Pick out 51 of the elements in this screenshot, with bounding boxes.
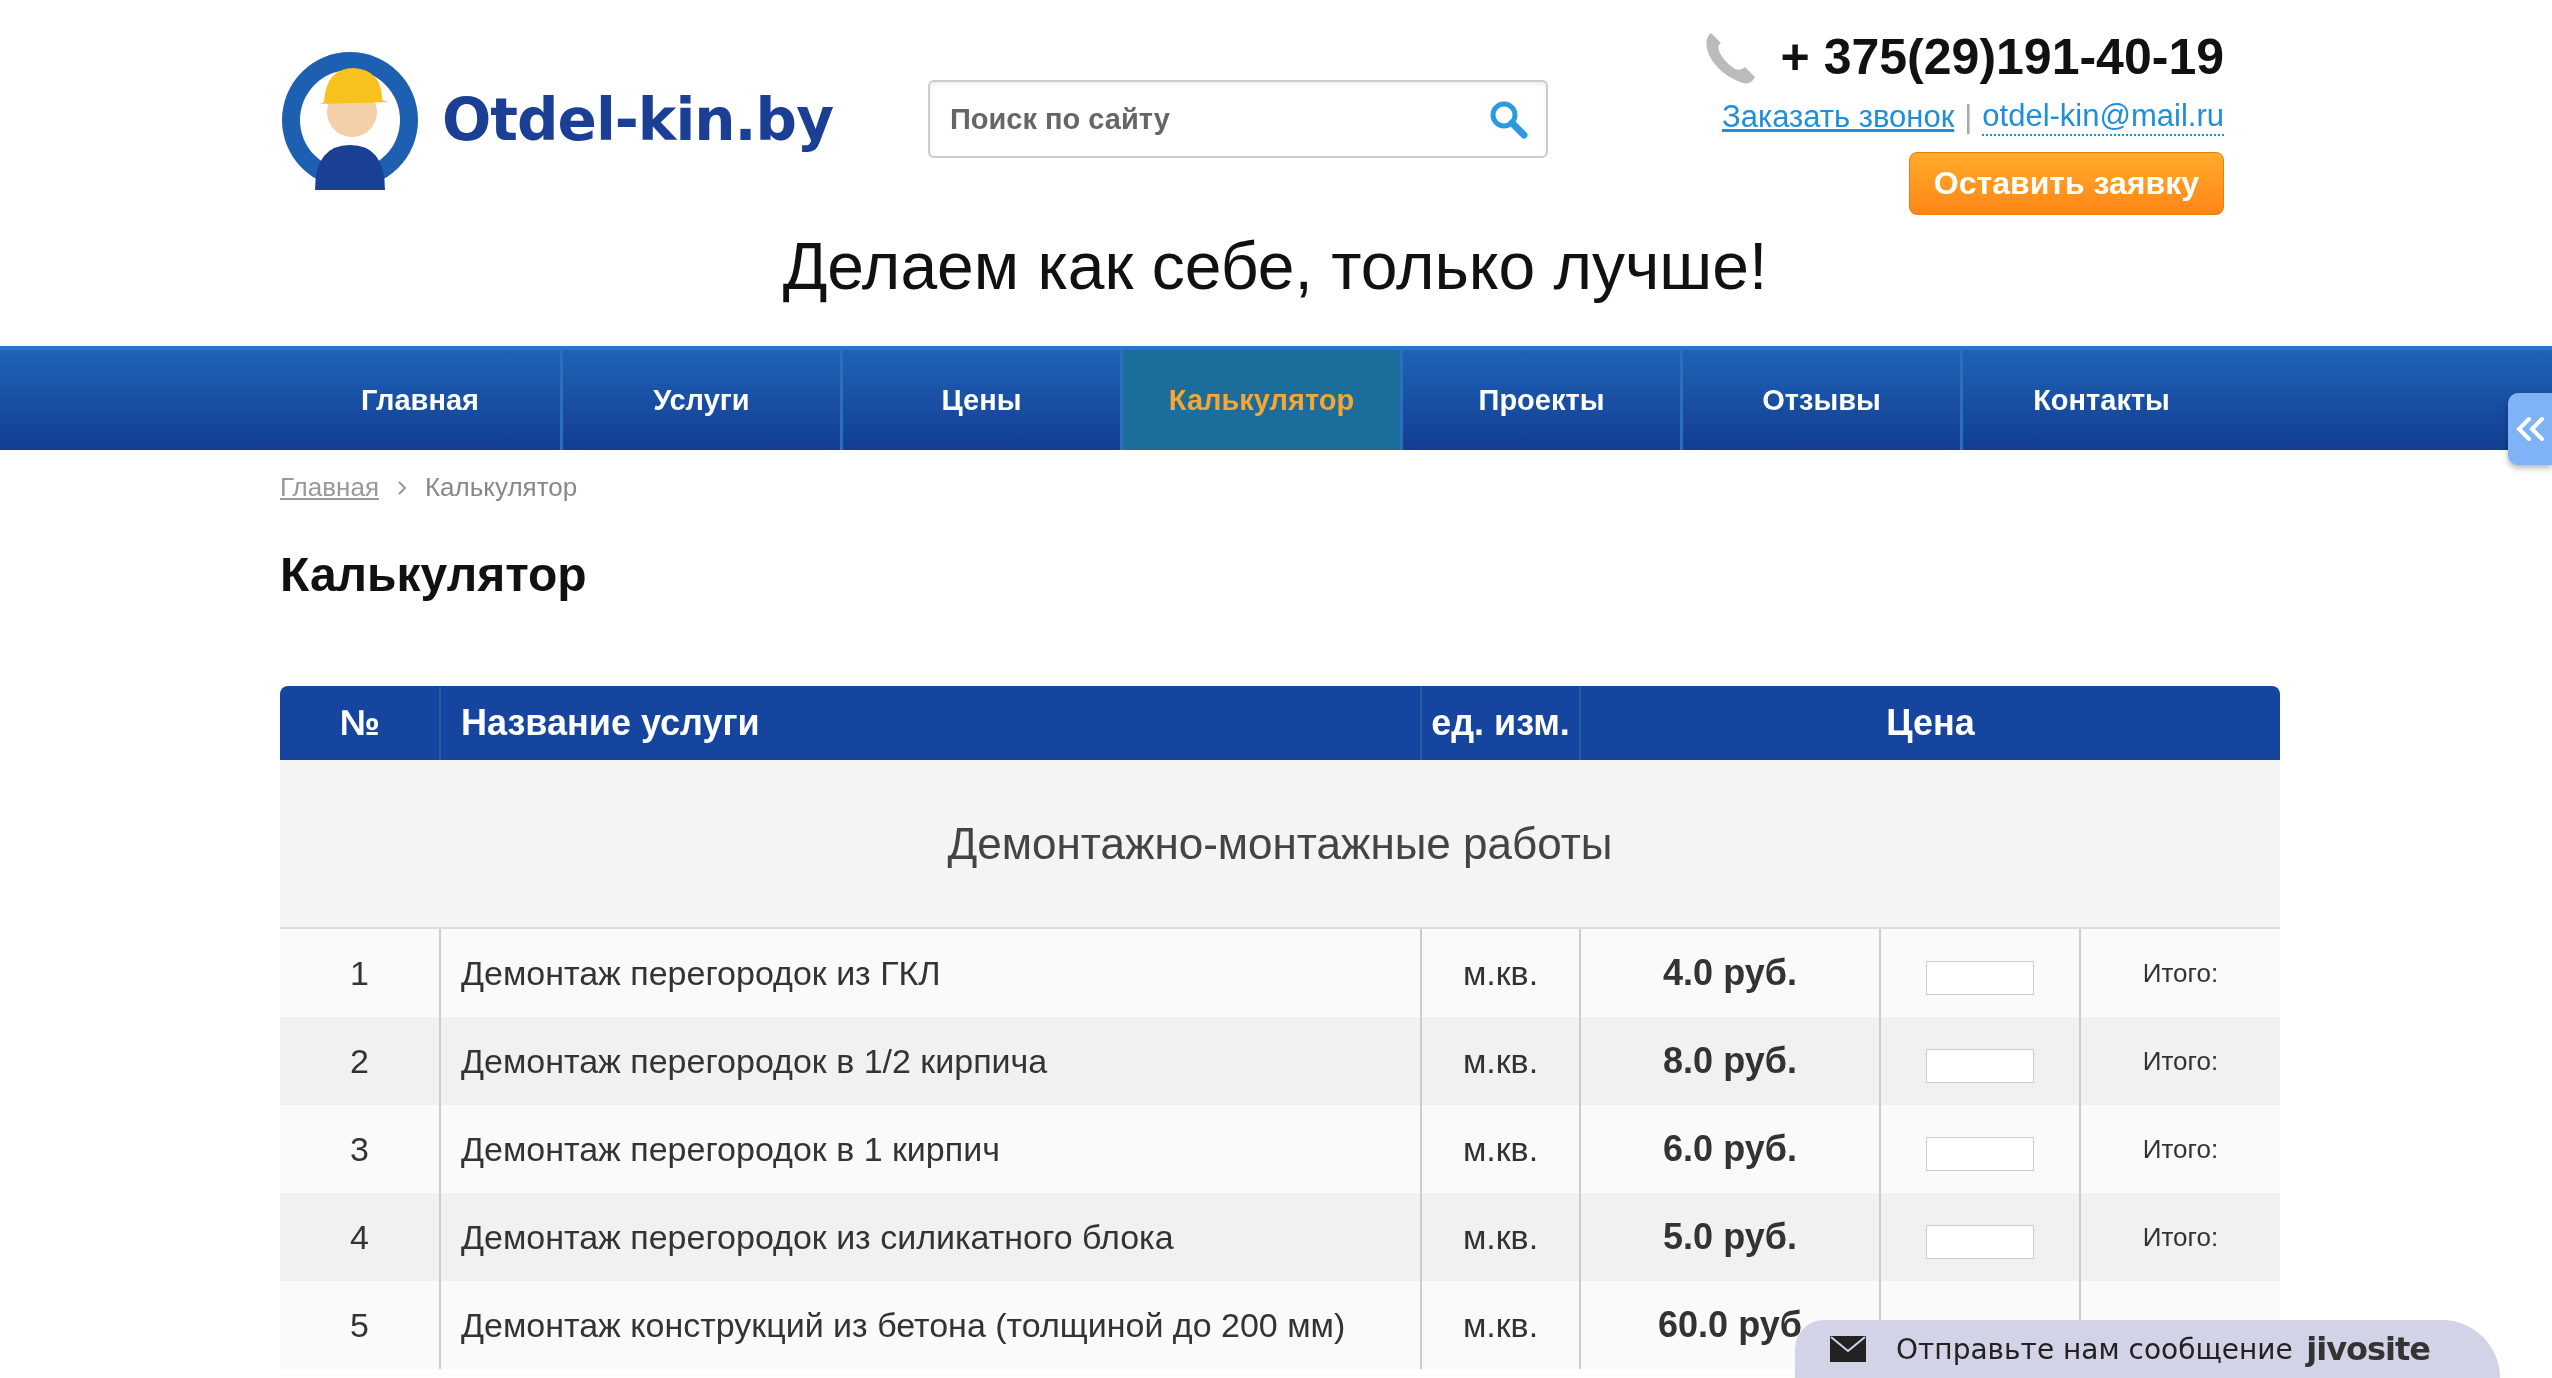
double-chevron-icon bbox=[2515, 416, 2545, 442]
chat-message: Отправьте нам сообщение bbox=[1896, 1332, 2293, 1366]
phone-number: + 375(29)191-40-19 bbox=[1780, 28, 2224, 86]
total-label: Итого: bbox=[2142, 1221, 2219, 1252]
row-number: 3 bbox=[280, 1105, 440, 1193]
row-number: 5 bbox=[280, 1281, 440, 1369]
side-panel-tab[interactable] bbox=[2508, 393, 2552, 465]
unit-cell: м.кв. bbox=[1421, 1017, 1580, 1105]
worker-logo-icon bbox=[280, 50, 420, 190]
breadcrumb-current: Калькулятор bbox=[424, 472, 578, 503]
chevron-right-icon bbox=[396, 479, 407, 496]
column-header: Название услуги bbox=[440, 686, 1421, 760]
total-label: Итого: bbox=[2142, 1045, 2219, 1076]
service-name: Демонтаж конструкций из бетона (толщиной до 200 мм) bbox=[440, 1281, 1421, 1369]
unit-cell: м.кв. bbox=[1421, 1281, 1580, 1369]
row-number: 2 bbox=[280, 1017, 440, 1105]
price-cell: 8.0 руб. bbox=[1580, 1017, 1880, 1105]
slogan: Делаем как себе, только лучше! bbox=[781, 228, 1769, 304]
quantity-field[interactable] bbox=[1926, 1048, 2034, 1083]
service-name: Демонтаж перегородок в 1/2 кирпича bbox=[440, 1017, 1421, 1105]
price-cell: 5.0 руб. bbox=[1580, 1193, 1880, 1281]
service-name: Демонтаж перегородок в 1 кирпич bbox=[440, 1105, 1421, 1193]
total-label: Итого: bbox=[2142, 1133, 2219, 1164]
envelope-icon bbox=[1830, 1336, 1866, 1362]
nav-item[interactable]: Главная bbox=[280, 350, 560, 450]
column-header: Цена bbox=[1580, 686, 2280, 760]
site-logo-text[interactable]: Otdel-kin.by bbox=[442, 86, 833, 154]
total-label: Итого: bbox=[2142, 957, 2219, 988]
nav-item[interactable]: Отзывы bbox=[1680, 350, 1960, 450]
search-field[interactable]: Поиск по сайту bbox=[927, 80, 1548, 158]
row-number: 4 bbox=[280, 1193, 440, 1281]
column-header: № bbox=[280, 686, 440, 760]
service-name: Демонтаж перегородок из силикатного блока bbox=[440, 1193, 1421, 1281]
quantity-field[interactable] bbox=[1926, 1224, 2034, 1259]
unit-cell: м.кв. bbox=[1421, 928, 1580, 1017]
chat-brand: jivosite bbox=[2306, 1330, 2430, 1368]
quantity-field[interactable] bbox=[1926, 960, 2034, 995]
column-header: ед. изм. bbox=[1421, 686, 1580, 760]
unit-cell: м.кв. bbox=[1421, 1193, 1580, 1281]
nav-item[interactable]: Контакты bbox=[1960, 350, 2240, 450]
price-cell: 4.0 руб. bbox=[1580, 928, 1880, 1017]
unit-cell: м.кв. bbox=[1421, 1105, 1580, 1193]
nav-item[interactable]: Услуги bbox=[560, 350, 840, 450]
page-title: Калькулятор bbox=[280, 547, 588, 602]
link-separator: | bbox=[1964, 99, 1973, 135]
service-name: Демонтаж перегородок из ГКЛ bbox=[440, 928, 1421, 1017]
section-title: Демонтажно-монтажные работы bbox=[280, 760, 2280, 928]
price-cell: 6.0 руб. bbox=[1580, 1105, 1880, 1193]
quantity-field[interactable] bbox=[1926, 1136, 2034, 1171]
row-number: 1 bbox=[280, 928, 440, 1017]
nav-item[interactable]: Проекты bbox=[1400, 350, 1680, 450]
